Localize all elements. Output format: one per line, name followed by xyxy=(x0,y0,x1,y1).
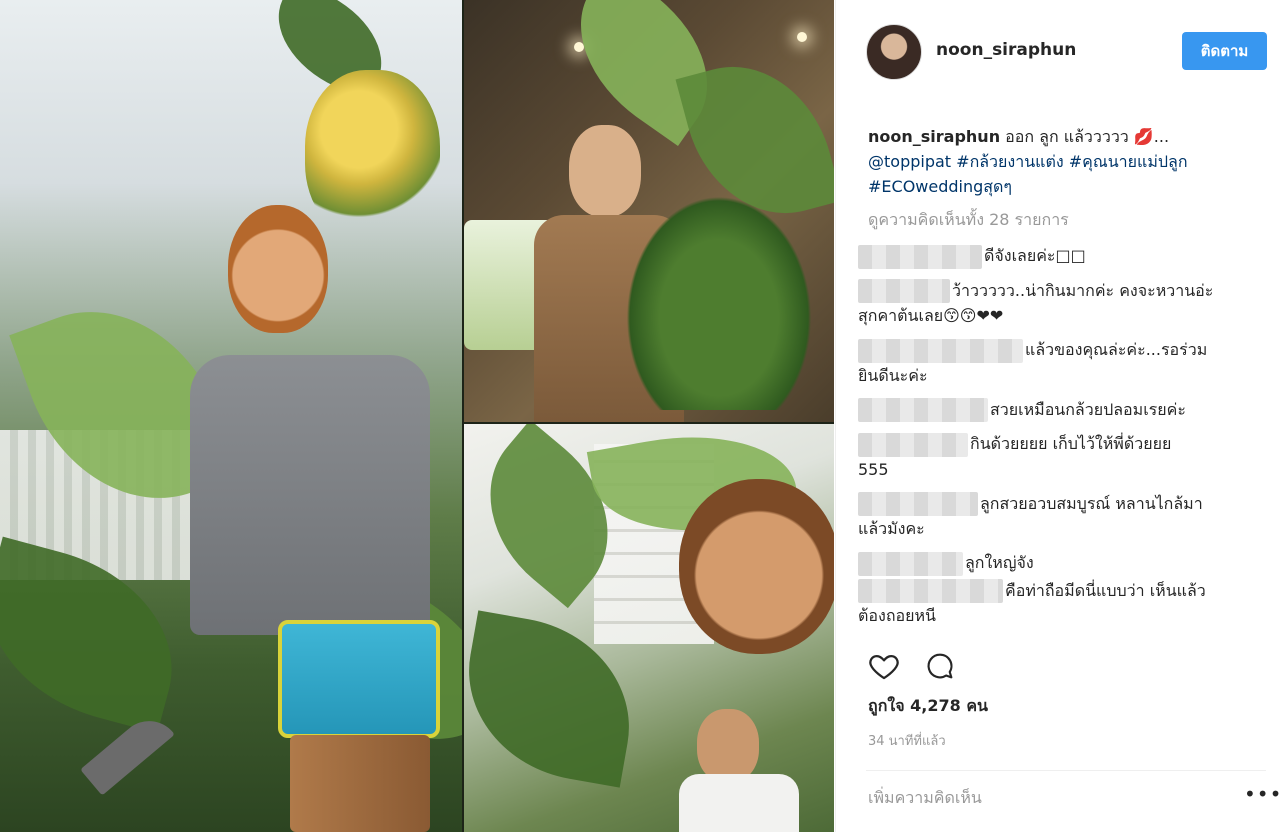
comment-text-continued: แล้วมังคะ xyxy=(858,519,925,538)
comment-list: ดีจังเลยค่ะ□□ ว้าววววว..น่ากินมากค่ะ คงจ… xyxy=(858,243,1258,637)
heart-icon xyxy=(869,654,899,680)
selfie-man-figure xyxy=(679,709,799,832)
post-caption: noon_siraphun ออก ลูก แล้ววววว 💋... @top… xyxy=(868,124,1268,199)
blurred-username xyxy=(858,492,978,516)
follow-button[interactable]: ติดตาม xyxy=(1182,32,1267,70)
grey-shirt xyxy=(190,355,430,635)
ceiling-light xyxy=(797,32,807,42)
comment-item: ลูกใหญ่จัง xyxy=(858,550,1258,576)
comment-item: ลูกสวยอวบสมบูรณ์ หลานไกล้มา แล้วมังคะ xyxy=(858,491,1258,542)
comment-icon xyxy=(927,653,953,679)
blurred-username xyxy=(858,432,968,457)
woman-figure xyxy=(190,205,440,832)
comment-text-continued: 555 xyxy=(858,459,889,479)
comment-item: ว้าววววว..น่ากินมากค่ะ คงจะหวานอ่ะ สุกคา… xyxy=(858,278,1258,329)
blurred-username xyxy=(858,244,982,269)
comment-text: ลูกใหญ่จัง xyxy=(965,553,1034,572)
view-all-comments-link[interactable]: ดูความคิดเห็นทั้ง 28 รายการ xyxy=(868,208,1069,233)
caption-text: ออก ลูก แล้ววววว 💋... xyxy=(1000,127,1170,146)
header-username[interactable]: noon_siraphun xyxy=(936,40,1076,60)
like-count[interactable]: ถูกใจ 4,278 คน xyxy=(868,694,988,719)
comment-item: แล้วของคุณล่ะค่ะ...รอร่วม ยินดีนะค่ะ xyxy=(858,337,1258,388)
hashtag-link[interactable]: #คุณนายแม่ปลูก xyxy=(1069,152,1188,171)
avatar[interactable] xyxy=(866,24,922,80)
divider xyxy=(866,770,1266,771)
photo-selfie-banana-tree xyxy=(464,424,834,832)
woman-head xyxy=(228,205,328,333)
potted-fern xyxy=(614,180,824,410)
photo-woman-with-bananas xyxy=(0,0,462,832)
man-shirt xyxy=(679,774,799,832)
blue-shorts xyxy=(278,620,440,738)
comment-text: แล้วของคุณล่ะค่ะ...รอร่วม xyxy=(1025,340,1208,359)
legs xyxy=(290,735,430,832)
mention-link[interactable]: @toppipat xyxy=(868,152,951,171)
comment-text: ดีจังเลยค่ะ□□ xyxy=(984,246,1086,265)
hashtag-link[interactable]: #ECOweddingสุดๆ xyxy=(868,177,1012,196)
blurred-username xyxy=(858,279,950,303)
comment-item: ดีจังเลยค่ะ□□ xyxy=(858,243,1258,269)
post-photo-collage[interactable] xyxy=(0,0,834,832)
comment-item: กินด้วยยยย เก็บไว้ให้พี่ด้วยยย 555 xyxy=(858,431,1258,482)
more-options-icon[interactable]: ••• xyxy=(1244,782,1280,806)
comment-text-continued: สุกคาต้นเลย😙😙❤❤ xyxy=(858,306,1004,325)
comment-text: ลูกสวยอวบสมบูรณ์ หลานไกล้มา xyxy=(980,493,1203,513)
post-header: noon_siraphun ติดตาม xyxy=(836,0,1280,100)
add-comment-input[interactable]: เพิ่มความคิดเห็น xyxy=(868,786,982,811)
blurred-username xyxy=(858,579,1003,603)
comment-text-continued: ยินดีนะค่ะ xyxy=(858,365,928,385)
post-side-panel: noon_siraphun ติดตาม noon_siraphun ออก ล… xyxy=(835,0,1280,832)
comment-button[interactable] xyxy=(922,648,958,684)
post-timestamp[interactable]: 34 นาทีที่แล้ว xyxy=(868,730,946,751)
comment-text-continued: ต้องถอยหนี xyxy=(858,606,936,625)
blurred-username xyxy=(858,551,963,576)
caption-username[interactable]: noon_siraphun xyxy=(868,127,1000,146)
like-button[interactable] xyxy=(866,648,902,684)
man-face xyxy=(697,709,759,783)
comment-text: สวยเหมือนกล้วยปลอมเรยค่ะ xyxy=(990,399,1186,419)
blurred-username xyxy=(858,338,1023,363)
comment-item: คือท่าถือมีดนี่แบบว่า เห็นแล้ว ต้องถอยหน… xyxy=(858,578,1258,629)
selfie-woman-face xyxy=(679,479,834,654)
hashtag-link[interactable]: #กล้วยงานแต่ง xyxy=(956,152,1064,171)
comment-text: ว้าววววว..น่ากินมากค่ะ คงจะหวานอ่ะ xyxy=(952,280,1214,300)
blurred-username xyxy=(858,398,988,422)
comment-item: สวยเหมือนกล้วยปลอมเรยค่ะ xyxy=(858,397,1258,422)
comment-text: คือท่าถือมีดนี่แบบว่า เห็นแล้ว xyxy=(1005,580,1206,600)
photo-wedding-groom xyxy=(464,0,834,422)
comment-text: กินด้วยยยย เก็บไว้ให้พี่ด้วยยย xyxy=(970,434,1172,453)
